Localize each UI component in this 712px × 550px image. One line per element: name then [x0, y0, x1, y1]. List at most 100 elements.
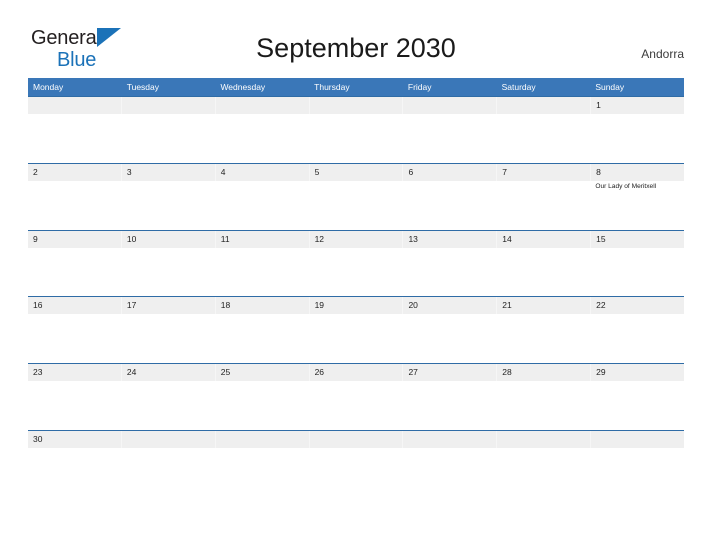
day-number[interactable]: 9	[28, 230, 122, 248]
day-events[interactable]	[497, 181, 591, 229]
day-number[interactable]	[403, 430, 498, 448]
day-events[interactable]	[122, 381, 216, 429]
day-number[interactable]: 13	[403, 230, 498, 248]
day-events[interactable]	[403, 448, 497, 496]
day-number[interactable]: 23	[28, 364, 122, 382]
day-events[interactable]	[28, 248, 122, 296]
day-number[interactable]	[497, 430, 592, 448]
weekday-header-monday: Monday	[33, 82, 64, 92]
day-number[interactable]	[28, 97, 122, 114]
day-number[interactable]	[310, 430, 404, 448]
day-events[interactable]	[403, 248, 497, 296]
week-event-band	[28, 447, 684, 496]
day-number[interactable]: 16	[28, 297, 122, 315]
day-number[interactable]: 28	[497, 364, 592, 382]
week-date-band: 2 3 4 5 6 7 8	[28, 163, 684, 181]
week-row: 16 17 18 19 20 21 22	[28, 296, 684, 363]
day-number[interactable]: 27	[403, 364, 498, 382]
day-number[interactable]	[591, 431, 684, 448]
day-events[interactable]	[122, 448, 216, 496]
week-row: 9 10 11 12 13 14 15	[28, 229, 684, 297]
day-events[interactable]	[122, 314, 216, 362]
day-events[interactable]	[497, 248, 591, 296]
calendar-page: General Blue September 2030 Andorra Mond…	[0, 0, 712, 550]
day-events[interactable]	[28, 448, 122, 496]
day-events[interactable]	[215, 381, 309, 429]
event-label: Our Lady of Meritxell	[595, 182, 657, 190]
day-events[interactable]	[28, 381, 122, 429]
day-number[interactable]: 1	[591, 97, 684, 114]
country-label: Andorra	[641, 47, 684, 61]
day-number[interactable]	[122, 97, 216, 114]
day-number[interactable]: 4	[216, 163, 310, 181]
day-events[interactable]	[497, 381, 591, 429]
day-number[interactable]: 5	[310, 163, 404, 181]
week-row: 1	[28, 96, 684, 163]
day-number[interactable]: 19	[310, 297, 404, 315]
day-number[interactable]	[216, 97, 310, 114]
day-events[interactable]	[403, 381, 497, 429]
day-number[interactable]: 10	[122, 230, 216, 248]
day-events[interactable]	[215, 248, 309, 296]
day-number[interactable]: 3	[122, 163, 216, 181]
day-number[interactable]: 7	[497, 163, 592, 181]
day-events[interactable]	[28, 114, 122, 162]
day-number[interactable]: 25	[216, 364, 310, 382]
day-events[interactable]	[497, 114, 591, 162]
day-events[interactable]	[122, 248, 216, 296]
day-number[interactable]: 22	[591, 297, 684, 314]
day-number[interactable]: 8	[591, 164, 684, 181]
day-number[interactable]: 21	[497, 297, 592, 315]
day-events[interactable]	[590, 381, 684, 429]
weekday-header-saturday: Saturday	[501, 82, 536, 92]
day-number[interactable]: 2	[28, 163, 122, 181]
day-number[interactable]: 14	[497, 230, 592, 248]
page-title: September 2030	[256, 33, 456, 63]
week-row: 23 24 25 26 27 28 29	[28, 363, 684, 430]
day-events[interactable]	[28, 181, 122, 229]
day-number[interactable]	[403, 97, 498, 114]
week-event-band	[28, 247, 684, 296]
day-events[interactable]	[497, 448, 591, 496]
day-number[interactable]: 26	[310, 364, 404, 382]
day-events[interactable]	[590, 114, 684, 162]
day-number[interactable]: 6	[403, 163, 498, 181]
day-events[interactable]: Our Lady of Meritxell	[590, 181, 684, 229]
day-events[interactable]	[590, 314, 684, 362]
day-events[interactable]	[215, 314, 309, 362]
day-events[interactable]	[497, 314, 591, 362]
weekday-header-row: Monday Tuesday Wednesday Thursday Friday…	[28, 78, 684, 96]
day-events[interactable]	[215, 114, 309, 162]
day-number[interactable]: 15	[591, 231, 684, 248]
day-events[interactable]	[309, 448, 403, 496]
day-number[interactable]: 11	[216, 230, 310, 248]
day-number[interactable]	[122, 430, 216, 448]
day-events[interactable]	[309, 248, 403, 296]
day-events[interactable]	[122, 181, 216, 229]
day-events[interactable]	[309, 114, 403, 162]
week-event-band: Our Lady of Meritxell	[28, 180, 684, 229]
day-number[interactable]: 30	[28, 430, 122, 448]
day-number[interactable]: 12	[310, 230, 404, 248]
day-events[interactable]	[28, 314, 122, 362]
day-events[interactable]	[590, 248, 684, 296]
day-number[interactable]: 24	[122, 364, 216, 382]
day-number[interactable]	[310, 97, 404, 114]
day-events[interactable]	[309, 381, 403, 429]
day-number[interactable]: 18	[216, 297, 310, 315]
day-number[interactable]	[497, 97, 592, 114]
day-events[interactable]	[215, 181, 309, 229]
day-number[interactable]: 29	[591, 364, 684, 381]
day-number[interactable]	[216, 430, 310, 448]
day-events[interactable]	[403, 314, 497, 362]
day-events[interactable]	[122, 114, 216, 162]
day-events[interactable]	[309, 181, 403, 229]
day-number[interactable]: 17	[122, 297, 216, 315]
day-events[interactable]	[403, 181, 497, 229]
day-number[interactable]: 20	[403, 297, 498, 315]
day-events[interactable]	[403, 114, 497, 162]
day-events[interactable]	[309, 314, 403, 362]
week-date-band: 9 10 11 12 13 14 15	[28, 230, 684, 248]
day-events[interactable]	[590, 448, 684, 496]
day-events[interactable]	[215, 448, 309, 496]
